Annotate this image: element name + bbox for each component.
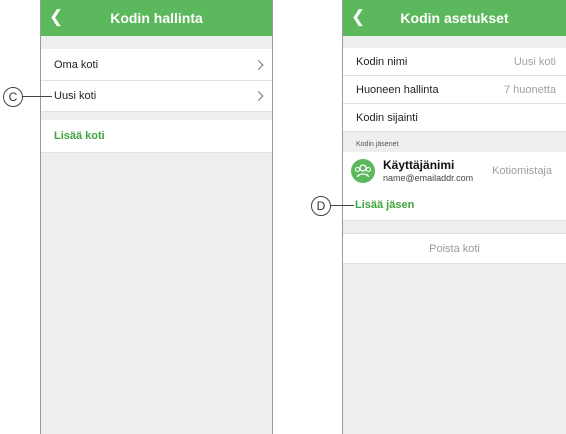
chevron-right-icon <box>253 91 264 101</box>
home-item-uusi-koti[interactable]: Uusi koti <box>41 81 272 112</box>
setting-label: Huoneen hallinta <box>356 83 439 96</box>
callout-c: C <box>3 87 23 107</box>
callout-c-line <box>22 96 52 97</box>
chevron-right-icon <box>561 165 566 176</box>
setting-value: 7 huonetta <box>504 83 556 96</box>
callout-d-line <box>330 205 354 206</box>
add-home-button[interactable]: Lisää koti <box>41 120 272 153</box>
setting-value: Uusi koti <box>513 55 556 68</box>
member-name: Käyttäjänimi <box>383 158 455 172</box>
delete-home-label: Poista koti <box>429 242 480 255</box>
setting-label: Kodin nimi <box>356 55 408 68</box>
add-member-button[interactable]: Lisää jäsen <box>343 189 566 221</box>
home-item-label: Uusi koti <box>54 90 97 102</box>
setting-home-location[interactable]: Kodin sijainti <box>343 104 566 132</box>
home-item-oma-koti[interactable]: Oma koti <box>41 49 272 81</box>
chevron-right-icon <box>561 112 566 123</box>
page-title: Kodin hallinta <box>110 10 203 26</box>
add-home-label: Lisää koti <box>54 130 105 142</box>
setting-home-name[interactable]: Kodin nimi Uusi koti <box>343 48 566 76</box>
group-avatar-icon <box>351 159 375 183</box>
chevron-right-icon <box>253 59 264 70</box>
delete-home-button[interactable]: Poista koti <box>343 233 566 264</box>
chevron-right-icon <box>561 84 566 95</box>
members-section-label: Kodin jäsenet <box>356 141 399 148</box>
header-bar: ❮ Kodin asetukset <box>343 0 566 36</box>
member-row[interactable]: Käyttäjänimi name@emailaddr.com Kotiomis… <box>343 152 566 189</box>
home-item-label: Oma koti <box>54 58 99 71</box>
setting-label: Kodin sijainti <box>356 111 418 124</box>
setting-room-management[interactable]: Huoneen hallinta 7 huonetta <box>343 76 566 104</box>
home-settings-screen: ❮ Kodin asetukset Kodin nimi Uusi koti H… <box>342 0 566 434</box>
chevron-right-icon <box>561 56 566 67</box>
member-role: Kotiomistaja <box>492 164 552 177</box>
page-title: Kodin asetukset <box>400 10 509 26</box>
member-email: name@emailaddr.com <box>383 173 474 183</box>
header-bar: ❮ Kodin hallinta <box>41 0 272 36</box>
add-member-label: Lisää jäsen <box>355 198 415 211</box>
callout-d: D <box>311 196 331 216</box>
home-management-screen: ❮ Kodin hallinta Oma koti Uusi koti Lisä… <box>40 0 273 434</box>
